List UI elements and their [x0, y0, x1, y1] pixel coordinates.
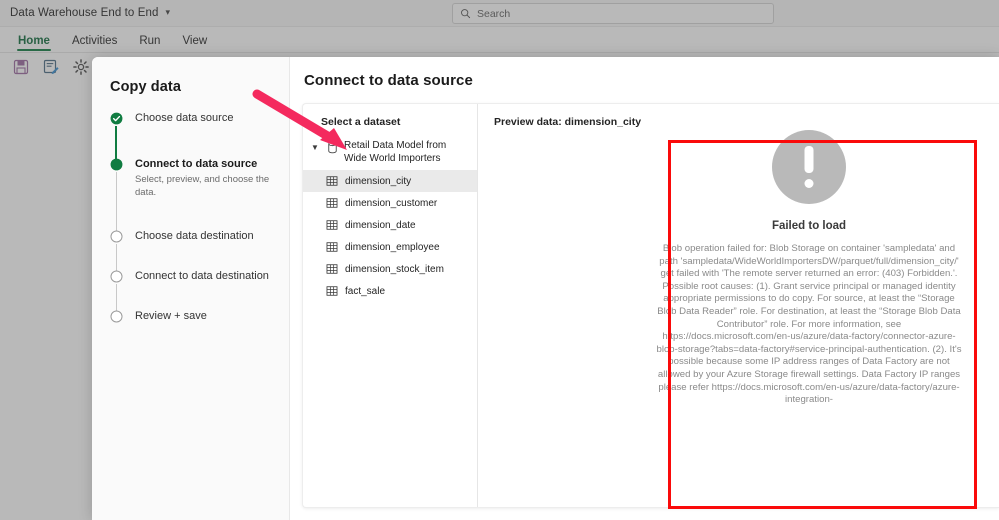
database-icon [328, 141, 337, 154]
wizard-step-connect-to-data-destination[interactable]: Connect to data destination [110, 269, 271, 315]
content-header: Connect to data source [290, 57, 999, 103]
step-complete-icon [110, 112, 123, 125]
screen: Data Warehouse End to End ▾ Search Home … [0, 0, 999, 520]
table-icon [326, 198, 338, 208]
wizard-step-choose-data-source[interactable]: Choose data source [110, 111, 271, 163]
list-item-dimension-customer[interactable]: dimension_customer [303, 192, 477, 214]
page-title: Connect to data source [304, 71, 473, 89]
dataset-table-list: dimension_city dimension_customer dimens… [303, 170, 477, 302]
list-item-dimension-stock-item[interactable]: dimension_stock_item [303, 258, 477, 280]
dataset-tree-root-label: Retail Data Model from Wide World Import… [344, 140, 447, 164]
list-item-dimension-date[interactable]: dimension_date [303, 214, 477, 236]
wizard-step-review-save[interactable]: Review + save [110, 309, 271, 323]
step-current-icon [110, 158, 123, 171]
step-pending-icon [110, 270, 123, 283]
list-item-dimension-city[interactable]: dimension_city [303, 170, 477, 192]
wizard-step-connect-to-data-source[interactable]: Connect to data source Select, preview, … [110, 157, 271, 235]
list-item-label: dimension_date [345, 219, 416, 231]
copy-data-dialog: Copy data Choose data source Connect to … [92, 57, 999, 520]
list-item-dimension-employee[interactable]: dimension_employee [303, 236, 477, 258]
list-item-label: fact_sale [345, 285, 386, 297]
table-icon [326, 176, 338, 186]
preview-pane: Preview data: dimension_city Failed to l… [478, 104, 999, 507]
step-pending-icon [110, 310, 123, 323]
error-message: Blob operation failed for: Blob Storage … [656, 243, 962, 406]
preview-error: Failed to load Blob operation failed for… [654, 130, 964, 407]
error-title: Failed to load [771, 220, 847, 232]
step-pending-icon [110, 230, 123, 243]
table-icon [326, 264, 338, 274]
exclamation-circle-icon [772, 130, 846, 204]
wizard-steps: Choose data source Connect to data sourc… [110, 111, 271, 323]
preview-pane-heading: Preview data: dimension_city [494, 116, 642, 128]
dataset-pane: Select a dataset ▼ Retail Data Model fro… [303, 104, 478, 507]
wizard-step-label: Connect to data destination [135, 270, 269, 282]
table-icon [326, 286, 338, 296]
dialog-title: Copy data [110, 79, 181, 95]
table-icon [326, 242, 338, 252]
wizard-step-choose-data-destination[interactable]: Choose data destination [110, 229, 271, 275]
wizard-step-label: Choose data source [135, 112, 234, 124]
list-item-label: dimension_city [345, 175, 412, 187]
wizard-step-label: Choose data destination [135, 230, 254, 242]
wizard-rail: Copy data Choose data source Connect to … [92, 57, 290, 520]
table-icon [326, 220, 338, 230]
list-item-label: dimension_stock_item [345, 263, 444, 275]
wizard-step-description: Select, preview, and choose the data. [135, 174, 270, 198]
wizard-step-label: Connect to data source [135, 158, 258, 170]
dialog-content: Connect to data source Select a dataset … [290, 57, 999, 520]
dataset-pane-heading: Select a dataset [321, 116, 401, 128]
chevron-down-icon[interactable]: ▼ [309, 140, 321, 152]
list-item-label: dimension_customer [345, 197, 438, 209]
list-item-label: dimension_employee [345, 241, 440, 253]
list-item-fact-sale[interactable]: fact_sale [303, 280, 477, 302]
dataset-tree-root[interactable]: ▼ Retail Data Model from Wide World Impo… [303, 139, 477, 167]
wizard-step-label: Review + save [135, 310, 207, 322]
connect-panel: Select a dataset ▼ Retail Data Model fro… [302, 103, 999, 508]
